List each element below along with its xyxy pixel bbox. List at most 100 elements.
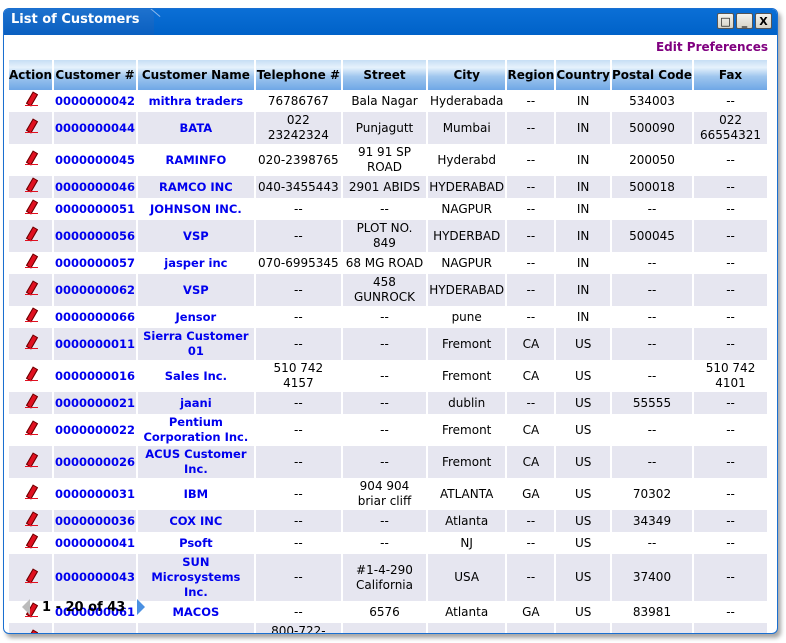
street-cell: 91 91 SP ROAD <box>357 145 411 174</box>
minimize-button[interactable]: _ <box>736 13 753 29</box>
edit-pencil-icon[interactable] <box>23 511 39 527</box>
customer-name-link[interactable]: VSP <box>138 220 254 252</box>
customer-name-link[interactable]: Pentium Corporation Inc. <box>138 414 254 446</box>
customer-number-link[interactable]: 0000000067 <box>54 623 137 633</box>
city-cell: Fremont <box>441 368 492 383</box>
maximize-button[interactable]: □ <box>717 13 734 29</box>
edit-pencil-icon[interactable] <box>23 91 39 107</box>
customer-name-link[interactable]: ACUS Customer Inc. <box>138 446 254 478</box>
edit-pencil-icon[interactable] <box>23 393 39 409</box>
fax-cell: -- <box>694 328 767 360</box>
table-row: 0000000042 mithra traders 76786767 Bala Nag… <box>9 90 767 112</box>
edit-pencil-icon[interactable] <box>23 307 39 323</box>
postal-code-cell: -- <box>611 328 693 360</box>
region-cell: CA <box>507 446 555 478</box>
customer-name-link[interactable]: JOHNSON INC. <box>138 198 254 220</box>
customers-table: Action Customer # Customer Name Telephone #… <box>7 60 769 633</box>
country-cell: US <box>556 446 610 478</box>
column-header[interactable]: Fax <box>694 60 767 90</box>
action-cell <box>9 198 52 220</box>
customer-name-link[interactable]: RAMINFO <box>138 144 254 176</box>
edit-pencil-icon[interactable] <box>23 568 39 584</box>
street-cell: -- <box>380 535 389 550</box>
close-button[interactable]: X <box>755 13 772 29</box>
customer-number-link[interactable]: 0000000036 <box>54 510 137 532</box>
customer-number-link[interactable]: 0000000056 <box>54 220 137 252</box>
customer-number-link[interactable]: 0000000046 <box>54 176 137 198</box>
edit-pencil-icon[interactable] <box>23 253 39 269</box>
edit-pencil-icon[interactable] <box>23 484 39 500</box>
edit-pencil-icon[interactable] <box>23 150 39 166</box>
column-header[interactable]: Region <box>507 60 555 90</box>
customer-name-link[interactable]: Sales Inc. <box>138 360 254 392</box>
edit-preferences-link[interactable]: Edit Preferences <box>656 40 768 54</box>
edit-pencil-icon[interactable] <box>23 629 39 633</box>
table-row: 0000000066 Jensor -- -- pune -- IN -- -- <box>9 306 767 328</box>
edit-pencil-icon[interactable] <box>23 334 39 350</box>
customer-number-link[interactable]: 0000000066 <box>54 306 136 328</box>
city-cell: Atlanta <box>445 604 489 619</box>
customer-number-link[interactable]: 0000000062 <box>54 274 137 306</box>
edit-pencil-icon[interactable] <box>23 177 39 193</box>
region-cell: -- <box>526 309 536 324</box>
edit-pencil-icon[interactable] <box>23 118 39 134</box>
table-row: 0000000021 jaani -- -- dublin -- US 55555 -- <box>9 392 767 414</box>
edit-pencil-icon[interactable] <box>23 533 39 549</box>
customer-number-link[interactable]: 0000000043 <box>54 554 137 601</box>
customer-name-link[interactable]: BATA <box>138 112 254 144</box>
customer-name-link[interactable]: jasper inc <box>138 252 254 274</box>
column-header[interactable]: City <box>427 60 506 90</box>
customer-name-link[interactable]: IBM <box>138 478 254 510</box>
action-cell <box>9 176 53 198</box>
customer-name-link[interactable]: Jensor <box>138 306 254 328</box>
column-header[interactable]: Postal Code <box>611 60 693 90</box>
customer-number-link[interactable]: 0000000011 <box>54 328 137 360</box>
edit-pencil-icon[interactable] <box>23 366 39 382</box>
action-cell <box>9 144 52 176</box>
telephone-cell: -- <box>255 392 342 414</box>
customer-number-link[interactable]: 0000000042 <box>54 90 136 112</box>
region-cell: -- <box>526 93 536 108</box>
edit-pencil-icon[interactable] <box>23 452 39 468</box>
customer-name-link[interactable]: VSP <box>138 274 254 306</box>
edit-pencil-icon[interactable] <box>23 226 39 242</box>
customer-name-link[interactable]: SUN Microsystems Inc. <box>138 554 254 601</box>
customer-name-link[interactable]: Sierra Customer 01 <box>138 328 254 360</box>
customer-number-link[interactable]: 0000000021 <box>54 392 137 414</box>
customer-name-link[interactable]: JAMES HOLDINGS <box>138 623 254 633</box>
column-header[interactable]: Street <box>343 60 426 90</box>
customer-name-link[interactable]: Psoft <box>138 532 254 554</box>
edit-pencil-icon[interactable] <box>23 420 39 436</box>
customer-name-link[interactable]: COX INC <box>138 510 254 532</box>
customer-number-link[interactable]: 0000000026 <box>54 446 137 478</box>
city-cell: Fremont <box>427 446 506 478</box>
action-cell <box>9 112 53 144</box>
edit-pencil-icon[interactable] <box>23 280 39 296</box>
customer-name-link[interactable]: jaani <box>138 392 254 414</box>
column-header[interactable]: Telephone # <box>255 60 342 90</box>
customer-number-link[interactable]: 0000000031 <box>54 478 136 510</box>
column-header[interactable]: Country <box>556 60 610 90</box>
customer-number-link[interactable]: 0000000041 <box>54 532 136 554</box>
customer-number-link[interactable]: 0000000057 <box>54 252 136 274</box>
customer-number-link[interactable]: 0000000022 <box>54 414 136 446</box>
action-cell <box>9 90 52 112</box>
customer-name-link[interactable]: RAMCO INC <box>138 176 254 198</box>
customer-name-link[interactable]: mithra traders <box>138 90 254 112</box>
customer-number-link[interactable]: 0000000045 <box>54 144 136 176</box>
action-cell <box>9 478 52 510</box>
country-cell: IN <box>576 201 590 216</box>
prev-page-icon[interactable] <box>22 599 30 615</box>
postal-code-cell: 37400 <box>611 554 693 601</box>
column-header[interactable]: Action <box>9 60 53 90</box>
fax-cell: -- <box>694 176 767 198</box>
customer-number-link[interactable]: 0000000044 <box>54 112 137 144</box>
edit-pencil-icon[interactable] <box>23 199 39 215</box>
customer-number-link[interactable]: 0000000051 <box>54 198 136 220</box>
next-page-icon[interactable] <box>137 599 146 615</box>
column-header[interactable]: Customer # <box>54 60 137 90</box>
column-header[interactable]: Customer Name <box>138 60 254 90</box>
table-row: 0000000067JAMES HOLDINGS800-722-5463220-… <box>9 623 767 633</box>
customer-name-link[interactable]: MACOS <box>138 601 254 623</box>
customer-number-link[interactable]: 0000000016 <box>54 360 136 392</box>
